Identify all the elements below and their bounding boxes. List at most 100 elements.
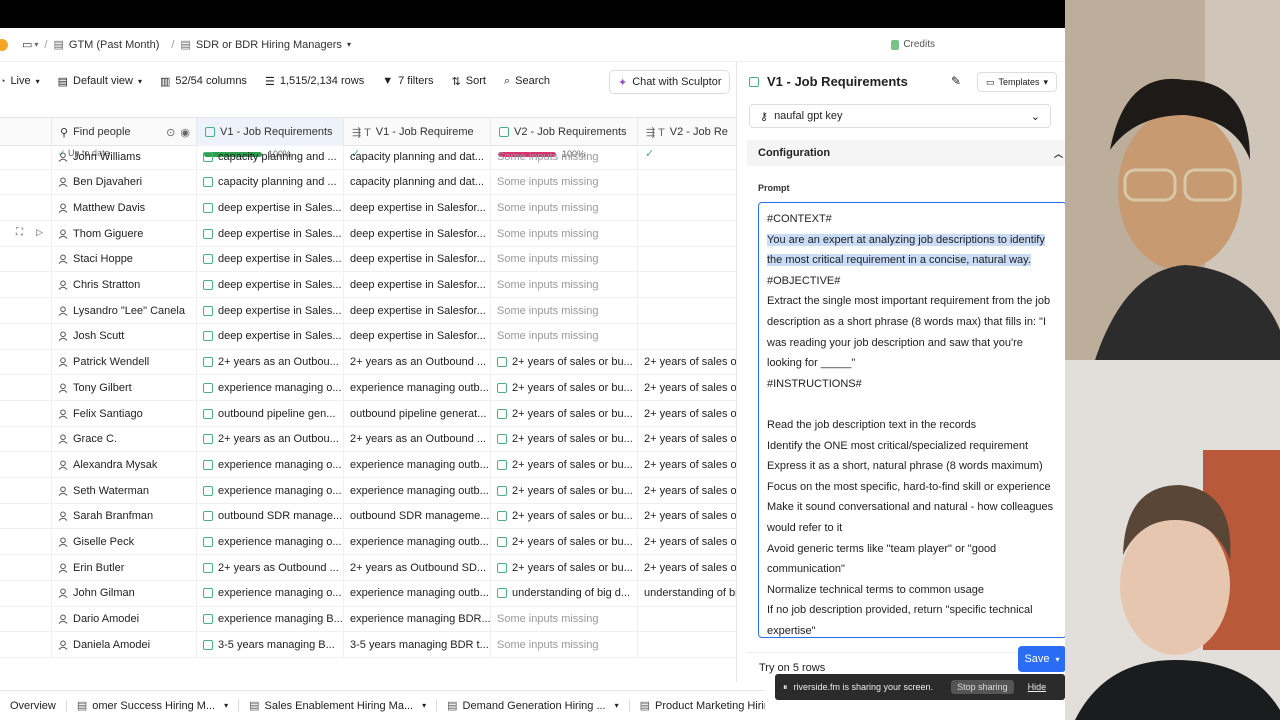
v2-text-cell[interactable]: 2+ years of sales or [638, 529, 740, 555]
table-row[interactable]: Staci Hoppe deep expertise in Sales... dee… [0, 246, 740, 273]
live-toggle[interactable]: ◔ Live ▾ [0, 75, 40, 87]
search-button[interactable]: ⌕ Search [504, 75, 550, 88]
table-row[interactable]: Thom Giguere deep expertise in Sales... de… [0, 221, 740, 247]
sheet-tab[interactable]: ▤ omer Success Hiring M... ▾ [67, 699, 240, 712]
name-cell[interactable]: Patrick Wendell [52, 349, 197, 375]
v1-cell[interactable]: capacity planning and ... [197, 144, 344, 169]
table-row[interactable]: Alexandra Mysak experience managing o... e… [0, 452, 740, 479]
filters-button[interactable]: ▼ 7 filters [382, 75, 433, 87]
v2-cell[interactable]: Some inputs missing [491, 606, 638, 632]
table-row[interactable]: Dario Amodei experience managing B... expe… [0, 606, 740, 633]
name-cell[interactable]: John Williams [52, 144, 197, 169]
v1-text-cell[interactable]: 2+ years as an Outbound ... [344, 426, 491, 452]
v2-text-cell[interactable]: 2+ years of sales or [638, 349, 740, 375]
v1-cell[interactable]: deep expertise in Sales... [197, 195, 344, 221]
v2-text-cell[interactable] [638, 195, 740, 221]
v1-cell[interactable]: deep expertise in Sales... [197, 246, 344, 272]
v1-text-cell[interactable]: outbound pipeline generat... [344, 401, 491, 426]
v2-cell[interactable]: Some inputs missing [491, 298, 638, 324]
name-cell[interactable]: Felix Santiago [52, 401, 197, 426]
v1-cell[interactable]: outbound SDR manage... [197, 503, 344, 529]
v2-cell[interactable]: Some inputs missing [491, 195, 638, 221]
name-cell[interactable]: Tony Gilbert [52, 375, 197, 401]
v2-cell[interactable]: 2+ years of sales or bu... [491, 555, 638, 581]
v2-text-cell[interactable] [638, 323, 740, 349]
v2-text-cell[interactable] [638, 272, 740, 298]
v1-text-cell[interactable]: deep expertise in Salesfor... [344, 221, 491, 247]
v2-text-cell[interactable]: 2+ years of sales or [638, 426, 740, 452]
v1-cell[interactable]: experience managing o... [197, 478, 344, 504]
v1-text-cell[interactable]: 3-5 years managing BDR t... [344, 632, 491, 658]
v2-cell[interactable]: Some inputs missing [491, 323, 638, 349]
v1-cell[interactable]: deep expertise in Sales... [197, 298, 344, 324]
table-row[interactable]: Sarah Branfman outbound SDR manage... outb… [0, 503, 740, 530]
templates-button[interactable]: ▭ Templates ▾ [977, 72, 1058, 92]
v2-cell[interactable]: understanding of big d... [491, 580, 638, 606]
columns-button[interactable]: ▥ 52/54 columns [160, 75, 247, 88]
name-cell[interactable]: Ben Djavaheri [52, 169, 197, 195]
v2-cell[interactable]: Some inputs missing [491, 144, 638, 169]
breadcrumb-root[interactable]: ▤ GTM (Past Month) [53, 38, 159, 52]
table-row[interactable]: Seth Waterman experience managing o... exp… [0, 478, 740, 504]
v2-cell[interactable]: 2+ years of sales or bu... [491, 478, 638, 504]
configuration-section[interactable]: Configuration ︿ [747, 140, 1067, 166]
table-row[interactable]: Josh Scutt deep expertise in Sales... deep… [0, 323, 740, 350]
hide-button[interactable]: Hide [1028, 682, 1047, 692]
table-row[interactable]: Ben Djavaheri capacity planning and ... ca… [0, 169, 740, 196]
v1-cell[interactable]: 2+ years as an Outbou... [197, 426, 344, 452]
v1-cell[interactable]: experience managing o... [197, 580, 344, 606]
v2-cell[interactable]: 2+ years of sales or bu... [491, 401, 638, 426]
name-cell[interactable]: Dario Amodei [52, 606, 197, 632]
v2-cell[interactable]: Some inputs missing [491, 169, 638, 195]
name-cell[interactable]: Matthew Davis [52, 195, 197, 221]
v2-text-cell[interactable] [638, 632, 740, 658]
sheet-tab[interactable]: ▤ Sales Enablement Hiring Ma... ▾ [239, 699, 438, 712]
name-cell[interactable]: Seth Waterman [52, 478, 197, 504]
name-cell[interactable]: Chris Stratton [52, 272, 197, 298]
v2-cell[interactable]: 2+ years of sales or bu... [491, 452, 638, 478]
name-cell[interactable]: Erin Butler [52, 555, 197, 581]
edit-icon[interactable]: ✎ [951, 74, 961, 88]
v1-text-cell[interactable]: experience managing outb... [344, 375, 491, 401]
v1-cell[interactable]: 2+ years as an Outbou... [197, 349, 344, 375]
v1-text-cell[interactable]: outbound SDR manageme... [344, 503, 491, 529]
table-row[interactable]: Daniela Amodei 3-5 years managing B... 3-5… [0, 632, 740, 658]
table-row[interactable]: Grace C. 2+ years as an Outbou... 2+ years… [0, 426, 740, 453]
v1-cell[interactable]: deep expertise in Sales... [197, 323, 344, 349]
save-button[interactable]: Save ▾ [1018, 646, 1066, 672]
table-row[interactable]: Felix Santiago outbound pipeline gen... ou… [0, 401, 740, 427]
v2-text-cell[interactable] [638, 298, 740, 324]
name-cell[interactable]: Josh Scutt [52, 323, 197, 349]
v1-cell[interactable]: deep expertise in Sales... [197, 272, 344, 298]
name-cell[interactable]: Lysandro "Lee" Canela [52, 298, 197, 324]
v2-text-cell[interactable]: understanding of bi [638, 580, 740, 606]
v1-text-cell[interactable]: deep expertise in Salesfor... [344, 272, 491, 298]
v2-text-cell[interactable] [638, 221, 740, 247]
v1-text-cell[interactable]: deep expertise in Salesfor... [344, 298, 491, 324]
v2-cell[interactable]: 2+ years of sales or bu... [491, 375, 638, 401]
column-header-v1-text[interactable]: ⇶ T V1 - Job Requireme [344, 118, 491, 146]
table-row[interactable]: Tony Gilbert experience managing o... expe… [0, 375, 740, 401]
v2-cell[interactable]: Some inputs missing [491, 272, 638, 298]
v2-text-cell[interactable]: 2+ years of sales or [638, 478, 740, 504]
table-row[interactable]: John Williams capacity planning and ... ca… [0, 144, 740, 170]
v2-cell[interactable]: Some inputs missing [491, 632, 638, 658]
v2-text-cell[interactable] [638, 169, 740, 195]
breadcrumb-current[interactable]: ▤ SDR or BDR Hiring Managers ▾ [180, 38, 351, 52]
v2-text-cell[interactable] [638, 246, 740, 272]
v1-cell[interactable]: 3-5 years managing B... [197, 632, 344, 658]
v1-text-cell[interactable]: experience managing BDR... [344, 606, 491, 632]
v1-text-cell[interactable]: 2+ years as Outbound SD... [344, 555, 491, 581]
v2-text-cell[interactable]: 2+ years of sales or [638, 555, 740, 581]
sort-button[interactable]: ⇅ Sort [452, 75, 486, 88]
v1-cell[interactable]: deep expertise in Sales... [197, 221, 344, 247]
v1-text-cell[interactable]: deep expertise in Salesfor... [344, 246, 491, 272]
folder-icon[interactable]: ▭ [22, 38, 32, 51]
v1-text-cell[interactable]: capacity planning and dat... [344, 144, 491, 169]
stop-sharing-button[interactable]: Stop sharing [951, 680, 1014, 694]
v2-text-cell[interactable] [638, 144, 740, 169]
rows-button[interactable]: ☰ 1,515/2,134 rows [265, 75, 364, 88]
v1-text-cell[interactable]: experience managing outb... [344, 529, 491, 555]
v1-text-cell[interactable]: capacity planning and dat... [344, 169, 491, 195]
table-row[interactable]: Lysandro "Lee" Canela deep expertise in S… [0, 298, 740, 324]
